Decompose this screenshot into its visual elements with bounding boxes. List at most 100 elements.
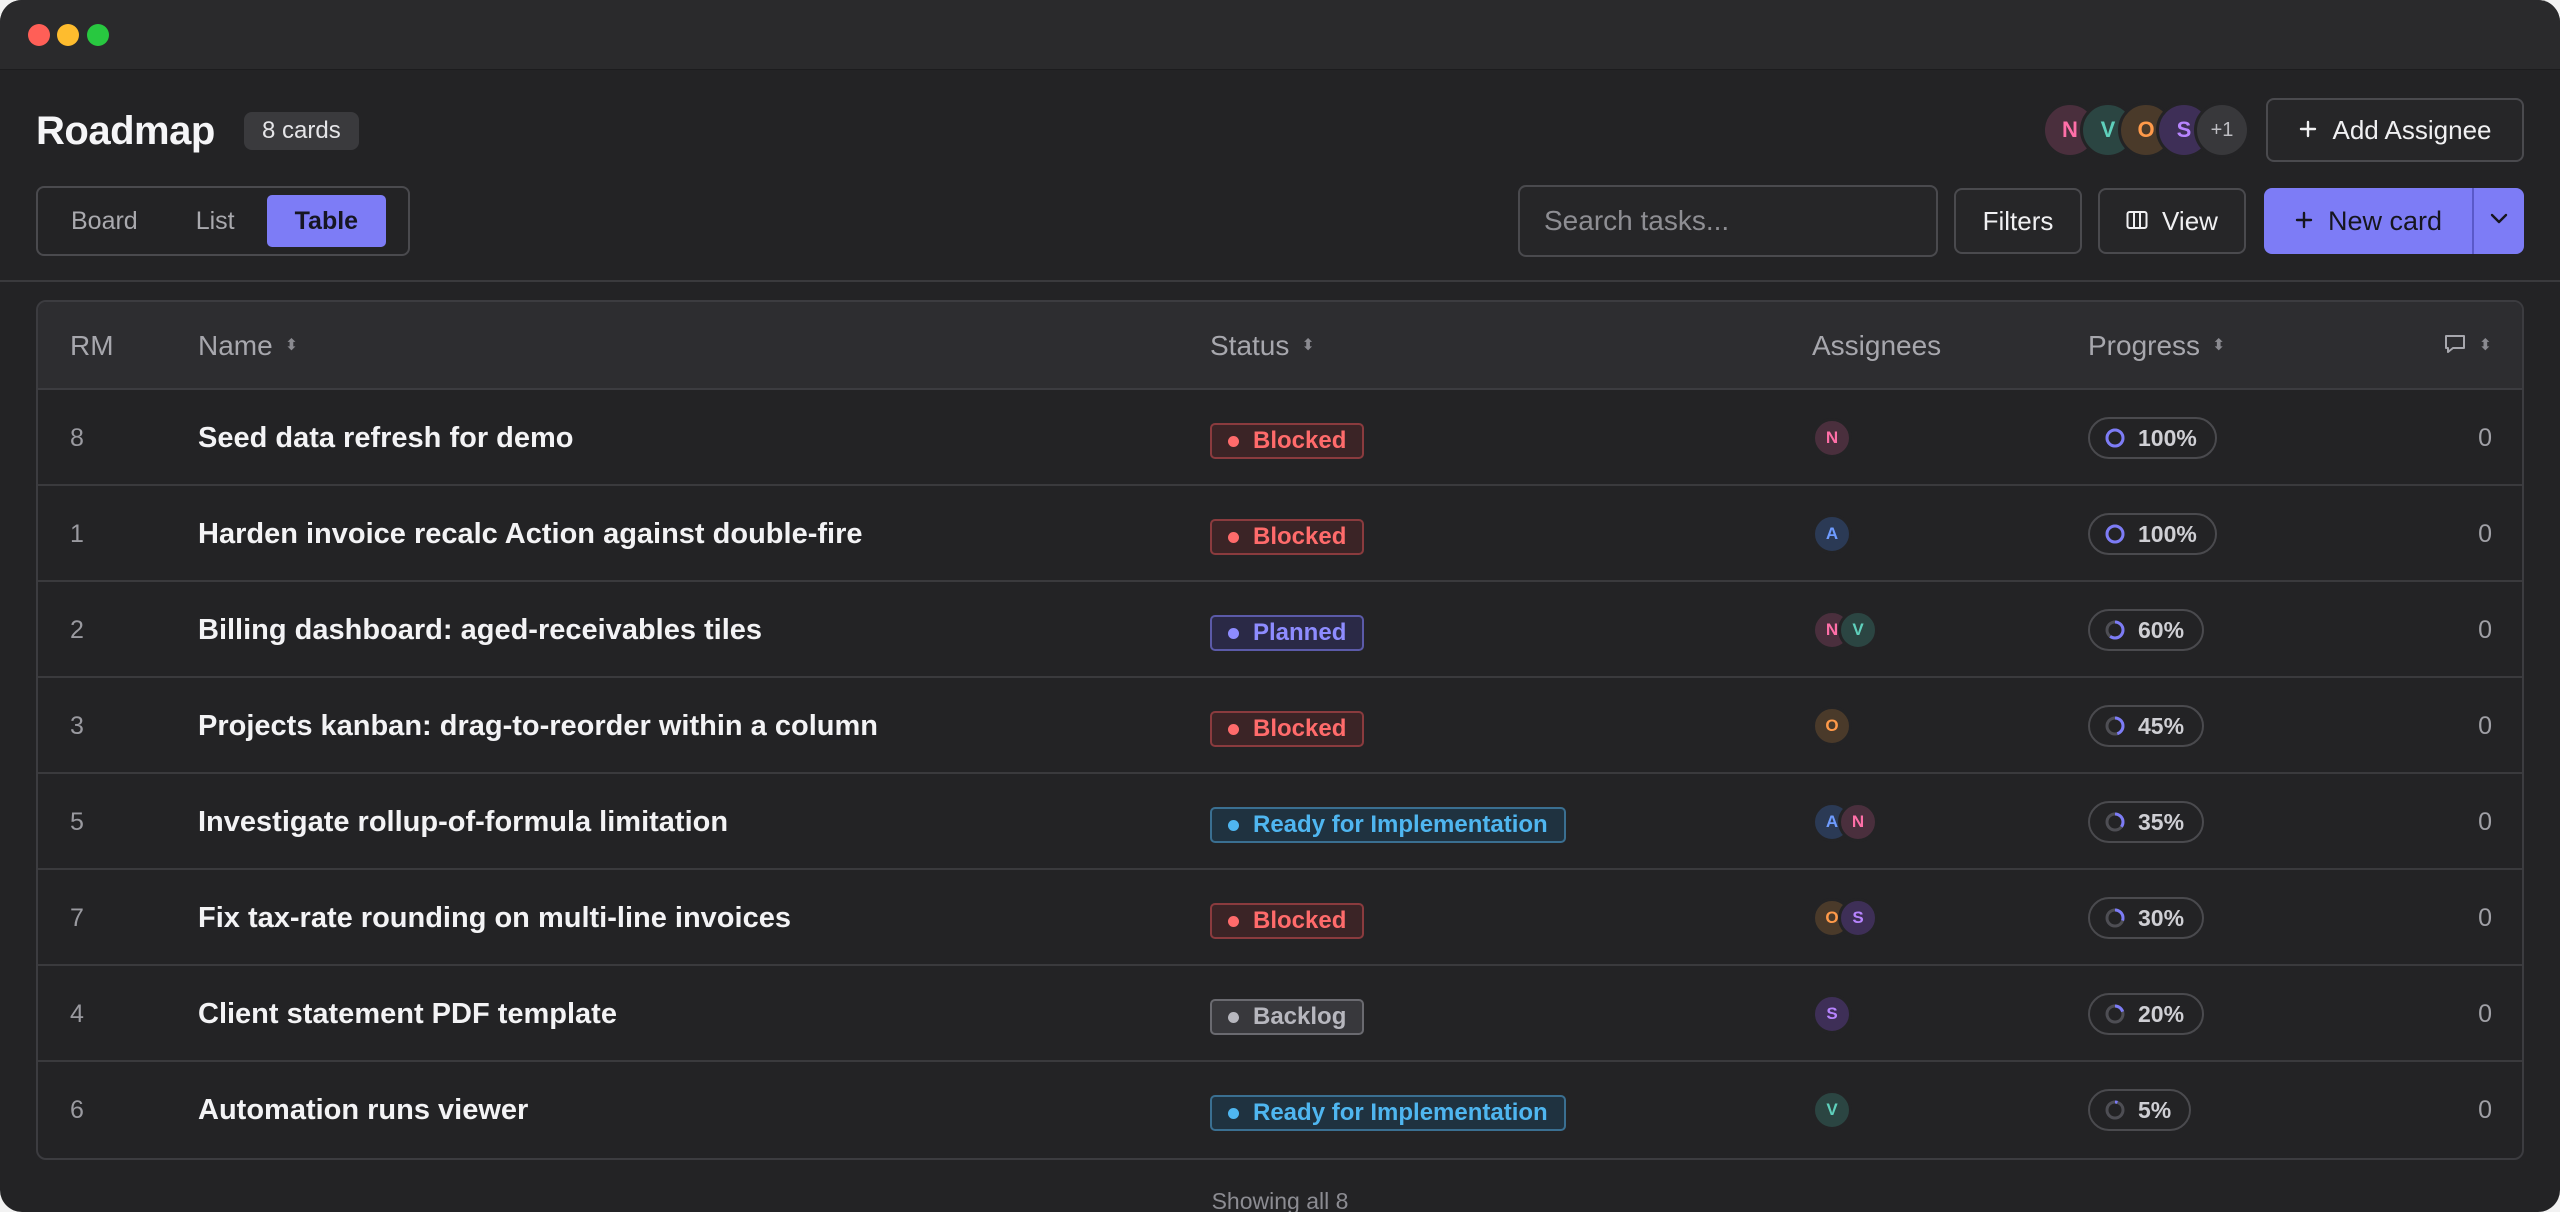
column-header-progress[interactable]: Progress ⬍	[2088, 302, 2225, 390]
column-header-name[interactable]: Name ⬍	[198, 302, 298, 390]
status-badge[interactable]: Blocked	[1210, 711, 1365, 747]
progress-badge: 35%	[2088, 801, 2205, 843]
table-row[interactable]: 3 Projects kanban: drag-to-reorder within…	[38, 678, 2522, 774]
avatar[interactable]: V	[1812, 1090, 1852, 1130]
assignee-avatar-stack[interactable]: N V O S +1	[2042, 102, 2250, 160]
progress-label: 100%	[2138, 424, 2197, 451]
view-button[interactable]: View	[2098, 188, 2246, 254]
row-comment-count[interactable]: 0	[2478, 582, 2492, 678]
avatar[interactable]: N	[1812, 418, 1852, 458]
row-assignees-cell[interactable]: S	[1812, 966, 1852, 1062]
page-header: Roadmap 8 cards N V O S +1 Add Assignee	[36, 98, 2524, 162]
avatar[interactable]: S	[1812, 994, 1852, 1034]
row-task-name[interactable]: Billing dashboard: aged-receivables tile…	[198, 582, 762, 678]
status-badge[interactable]: Ready for Implementation	[1210, 807, 1566, 843]
column-label-assignees: Assignees	[1812, 330, 1942, 361]
row-status-cell[interactable]: Ready for Implementation	[1210, 774, 1566, 870]
progress-label: 100%	[2138, 520, 2197, 547]
tab-table[interactable]: Table	[266, 195, 387, 247]
row-task-name[interactable]: Fix tax-rate rounding on multi-line invo…	[198, 870, 791, 966]
progress-ring-icon	[2105, 524, 2125, 544]
row-rm-id: 3	[70, 711, 84, 740]
column-label-status: Status	[1210, 330, 1290, 361]
table-row[interactable]: 8 Seed data refresh for demo Blocked N 100% 0	[38, 390, 2522, 486]
column-label-progress: Progress	[2088, 330, 2201, 361]
avatar[interactable]: V	[1838, 610, 1878, 650]
status-badge[interactable]: Ready for Implementation	[1210, 1095, 1566, 1131]
sort-icon: ⬍	[284, 337, 299, 354]
status-badge[interactable]: Blocked	[1210, 519, 1365, 555]
status-badge[interactable]: Blocked	[1210, 423, 1365, 459]
row-status-cell[interactable]: Blocked	[1210, 390, 1365, 486]
avatar[interactable]: A	[1812, 514, 1852, 554]
table-row[interactable]: 7 Fix tax-rate rounding on multi-line inv…	[38, 870, 2522, 966]
more-assignees-badge[interactable]: +1	[2194, 102, 2250, 158]
avatar[interactable]: N	[1838, 802, 1878, 842]
avatar[interactable]: S	[1838, 898, 1878, 938]
row-status-cell[interactable]: Backlog	[1210, 966, 1365, 1062]
new-card-split-button: New card	[2264, 188, 2524, 254]
table-row[interactable]: 5 Investigate rollup-of-formula limitatio…	[38, 774, 2522, 870]
progress-ring-icon	[2105, 716, 2125, 736]
row-task-name[interactable]: Client statement PDF template	[198, 966, 617, 1062]
status-badge[interactable]: Backlog	[1210, 999, 1365, 1035]
row-comment-count[interactable]: 0	[2478, 486, 2492, 582]
row-task-name[interactable]: Seed data refresh for demo	[198, 390, 574, 486]
avatar[interactable]: O	[1812, 706, 1852, 746]
row-comment-count[interactable]: 0	[2478, 966, 2492, 1062]
row-comment-count[interactable]: 0	[2478, 678, 2492, 774]
row-assignees-cell[interactable]: O	[1812, 678, 1852, 774]
status-badge[interactable]: Blocked	[1210, 903, 1365, 939]
column-header-assignees[interactable]: Assignees	[1812, 302, 1941, 390]
column-header-status[interactable]: Status ⬍	[1210, 302, 1315, 390]
row-rm-id: 7	[70, 903, 84, 932]
row-progress-cell: 45%	[2088, 678, 2205, 774]
row-task-name[interactable]: Harden invoice recalc Action against dou…	[198, 486, 862, 582]
row-comment-count[interactable]: 0	[2478, 774, 2492, 870]
status-dot-icon	[1228, 1107, 1239, 1119]
zoom-window-button[interactable]	[87, 24, 109, 46]
table-row[interactable]: 2 Billing dashboard: aged-receivables til…	[38, 582, 2522, 678]
row-task-name[interactable]: Projects kanban: drag-to-reorder within …	[198, 678, 878, 774]
table-row[interactable]: 4 Client statement PDF template Backlog S 20…	[38, 966, 2522, 1062]
progress-badge: 100%	[2088, 417, 2217, 459]
card-count-badge: 8 cards	[244, 112, 359, 150]
table-row[interactable]: 6 Automation runs viewer Ready for Impleme…	[38, 1062, 2522, 1158]
row-rm-id: 1	[70, 519, 84, 548]
row-assignees-cell[interactable]: AN	[1812, 774, 1878, 870]
new-card-menu-button[interactable]	[2472, 188, 2524, 254]
comment-icon	[2443, 330, 2467, 362]
view-label: View	[2162, 205, 2218, 236]
close-window-button[interactable]	[28, 24, 50, 46]
row-assignees-cell[interactable]: A	[1812, 486, 1852, 582]
tab-list[interactable]: List	[170, 195, 261, 247]
column-header-comments[interactable]: ⬍	[2443, 302, 2492, 390]
row-assignees-cell[interactable]: NV	[1812, 582, 1878, 678]
filters-button[interactable]: Filters	[1954, 188, 2082, 254]
new-card-button[interactable]: New card	[2264, 188, 2472, 254]
status-label: Backlog	[1253, 1003, 1347, 1030]
column-header-rm[interactable]: RM	[70, 302, 114, 390]
row-status-cell[interactable]: Blocked	[1210, 870, 1365, 966]
minimize-window-button[interactable]	[57, 24, 79, 46]
row-assignees-cell[interactable]: V	[1812, 1062, 1852, 1158]
tab-board[interactable]: Board	[45, 195, 164, 247]
row-status-cell[interactable]: Blocked	[1210, 678, 1365, 774]
row-assignees-cell[interactable]: OS	[1812, 870, 1878, 966]
progress-badge: 45%	[2088, 705, 2205, 747]
table-row[interactable]: 1 Harden invoice recalc Action against do…	[38, 486, 2522, 582]
search-input[interactable]	[1518, 185, 1938, 257]
row-status-cell[interactable]: Planned	[1210, 582, 1365, 678]
table-header: RM Name ⬍ Status ⬍ Assignees Progress ⬍	[38, 302, 2522, 390]
status-badge[interactable]: Planned	[1210, 615, 1365, 651]
row-comment-count[interactable]: 0	[2478, 1062, 2492, 1158]
row-comment-count[interactable]: 0	[2478, 390, 2492, 486]
row-comment-count[interactable]: 0	[2478, 870, 2492, 966]
row-status-cell[interactable]: Ready for Implementation	[1210, 1062, 1566, 1158]
row-assignees-cell[interactable]: N	[1812, 390, 1852, 486]
add-assignee-button[interactable]: Add Assignee	[2266, 98, 2524, 162]
row-status-cell[interactable]: Blocked	[1210, 486, 1365, 582]
row-task-name[interactable]: Investigate rollup-of-formula limitation	[198, 774, 728, 870]
row-task-name[interactable]: Automation runs viewer	[198, 1062, 528, 1158]
row-progress-cell: 35%	[2088, 774, 2205, 870]
